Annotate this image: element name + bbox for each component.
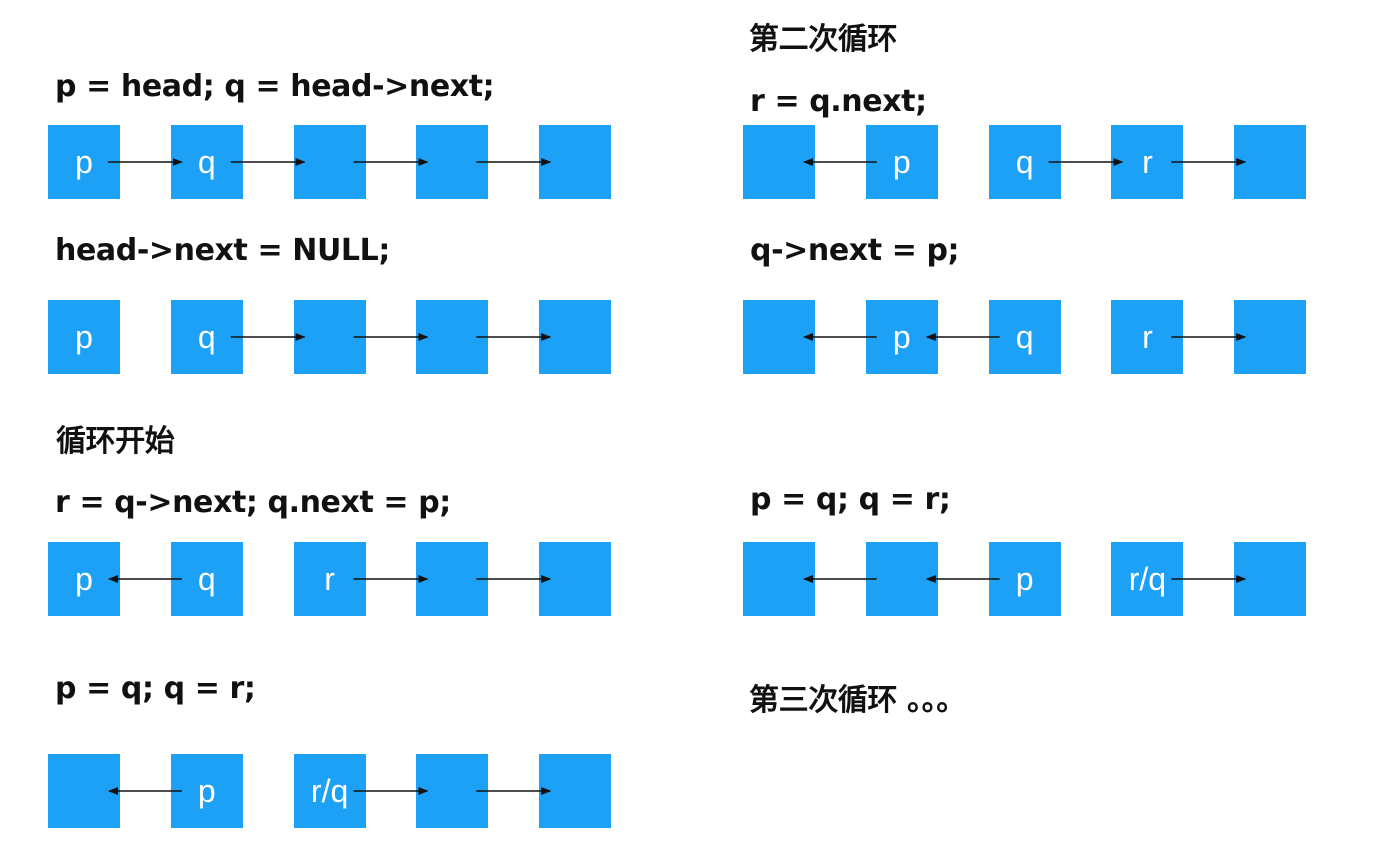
arrow-layer <box>108 158 1247 795</box>
